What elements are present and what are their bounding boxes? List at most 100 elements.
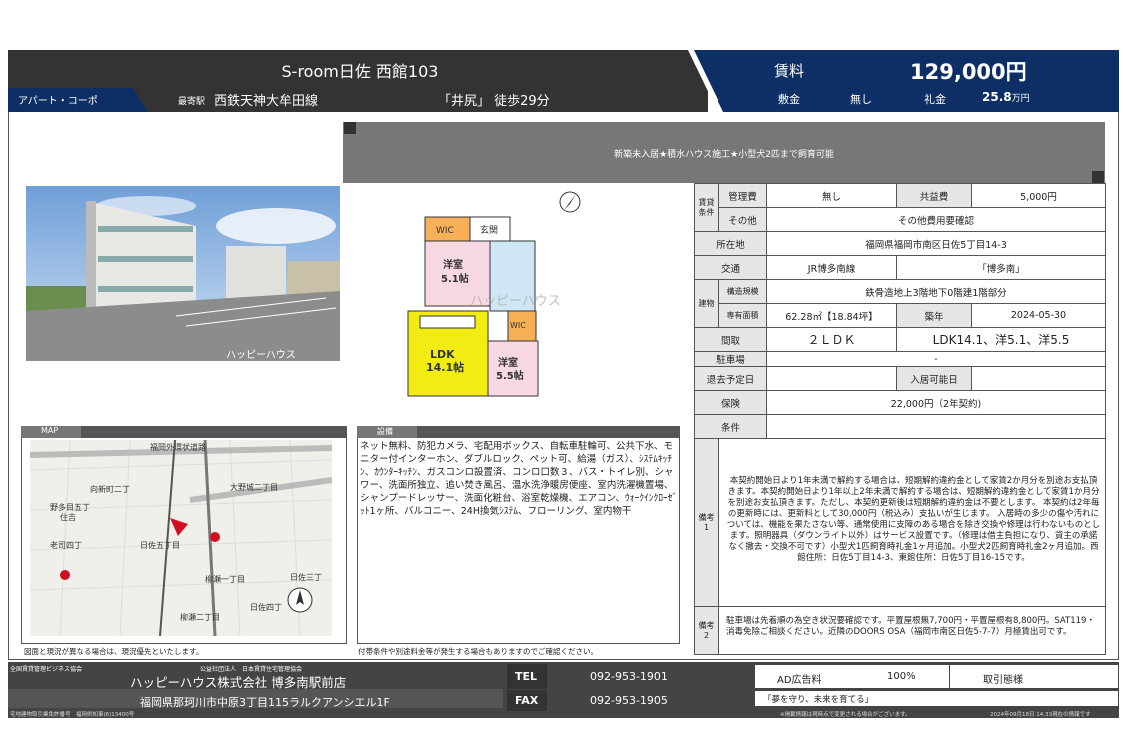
common-value: 5,000円 (971, 183, 1106, 208)
parking-value: - (766, 351, 1106, 367)
tel-number[interactable]: 092-953-1901 (590, 670, 668, 683)
map-place: 柳瀬二丁目 (180, 612, 220, 622)
station-label: 最寄駅 (178, 97, 206, 107)
common-label: 共益費 (896, 183, 972, 208)
rent-label: 賃料 (774, 62, 805, 80)
fax-label: FAX (507, 690, 547, 711)
layout-detail: LDK14.1、洋5.1、洋5.5 (896, 327, 1106, 352)
map-place: 柳瀬一丁目 (205, 574, 245, 584)
structure-label: 構造規模 (718, 279, 767, 304)
key-money-label: 礼金 (924, 93, 946, 106)
association-1: 全国賃貸管理ビジネス協会 (10, 666, 83, 673)
movein-label: 入居可能日 (896, 366, 972, 391)
nearest-station: 「井尻」 徒歩29分 (438, 94, 550, 109)
property-title: S-room日佐 西館103 (281, 62, 439, 81)
plan-watermark: ハッピーハウス (470, 294, 561, 309)
structure-value: 鉄骨造地上3階地下0階建1階部分 (766, 279, 1106, 304)
insurance-label: 保険 (694, 390, 767, 415)
spec-table: 賃貸条件 管理費 無し 共益費 5,000円 その他 その他費用要確認 所在地 … (694, 183, 1106, 655)
rent-value: 129,000円 (910, 60, 1027, 84)
photo-watermark: ハッピーハウス (226, 349, 296, 361)
map-place: 大野城二丁目 (230, 482, 278, 492)
fee-note: 付帯条件や別途料金等が発生する場合もありますのでご確認ください。 (358, 647, 598, 656)
vacate-value (766, 366, 897, 391)
plan-room1-size: 5.1帖 (441, 272, 469, 285)
tel-label: TEL (507, 664, 547, 689)
timestamp: 2024年09月18日 14:33現在の情報です (990, 712, 1091, 718)
ad-fee-row: AD広告料 100% 取引態様 (754, 664, 1119, 689)
mgmt-label: 管理費 (718, 183, 767, 208)
map-place: 福岡外環状道路 (150, 442, 206, 452)
layout-label: 間取 (694, 327, 767, 352)
hospital-icon (210, 532, 220, 542)
map-note: 図面と現況が異なる場合は、現況優先といたします。 (24, 647, 204, 656)
mgmt-value: 無し (766, 183, 897, 208)
map-place: 日佐三丁 (290, 572, 322, 582)
plan-room2-size: 5.5帖 (496, 369, 524, 382)
plan-ldk-size: 14.1帖 (426, 360, 464, 374)
building-label: 建物 (694, 279, 719, 328)
deposit-value: 無し (850, 93, 872, 106)
plan-room1: 洋室 (443, 258, 463, 271)
fax-number: 092-953-1905 (590, 694, 668, 707)
floor-plan: WIC 玄関 洋室 5.1帖 WIC LDK 14.1帖 洋室 5.5帖 ハッピ… (380, 190, 610, 408)
remark2-text: 駐車場は先着順の為空き状況要確認です。平置屋根無7,700円・平置屋根有8,80… (726, 616, 1095, 637)
remark1-label: 備考1 (694, 438, 719, 607)
plan-wic1: WIC (436, 226, 454, 236)
map-place: 老司四丁 (50, 540, 82, 550)
slogan: 「夢を守り、未来を育てる」 (754, 690, 1119, 707)
company-name: ハッピーハウス株式会社 博多南駅前店 (130, 675, 347, 690)
map-place: 野多目五丁 (50, 502, 90, 512)
transport-station: 「博多南」 (896, 255, 1106, 280)
map-place: 日佐五丁目 (140, 540, 180, 550)
key-money-unit: 万円 (1011, 94, 1030, 104)
rent-panel (693, 50, 1119, 112)
map-place: 日佐四丁 (250, 602, 282, 612)
map-place: 向新町二丁 (90, 484, 130, 494)
insurance-value: 22,000円（2年契約) (766, 390, 1106, 415)
nearest-line: 西鉄天神大牟田線 (214, 94, 319, 109)
company-address: 福岡県那珂川市中原3丁目115ラルクアンシエル1F (140, 696, 390, 709)
plan-ldk: LDK (430, 348, 455, 361)
catchphrase-banner: 新築未入居★積水ハウス施工★小型犬2匹まで飼育可能 (343, 122, 1105, 183)
plan-entrance: 玄関 (480, 224, 498, 236)
movein-value (971, 366, 1106, 391)
facilities-list: ネット無料、防犯カメラ、宅配用ボックス、自転車駐輪可、公共下水、モニター付インタ… (360, 441, 678, 517)
remark2-label: 備考2 (694, 606, 719, 655)
other-label: その他 (718, 207, 767, 232)
building-photo: ハッピーハウス (26, 186, 340, 361)
corner-mark (1092, 171, 1104, 183)
conditions-value (766, 414, 1106, 439)
ad-divider (949, 665, 950, 689)
property-type-badge: アパート・コーポ (8, 88, 148, 112)
corner-mark (344, 122, 356, 134)
area-value: 62.28㎡【18.84坪】 (766, 303, 897, 328)
deposit-label: 敷金 (778, 93, 800, 106)
cond-label: 賃貸条件 (694, 183, 719, 232)
hospital-icon (60, 570, 70, 580)
trade-label: 取引態様 (983, 675, 1023, 686)
conditions-label: 条件 (694, 414, 767, 439)
parking-label: 駐車場 (694, 351, 767, 367)
built-value: 2024-05-30 (971, 303, 1106, 328)
transport-label: 交通 (694, 255, 767, 280)
area-map[interactable]: 福岡外環状道路 向新町二丁 野多目五丁 住吉 老司四丁 日佐五丁目 柳瀬一丁目 … (30, 440, 332, 636)
ad-fee-value: 100% (887, 671, 916, 682)
layout-value: ２ＬＤＫ (766, 327, 897, 352)
plan-room2: 洋室 (498, 356, 518, 369)
built-label: 築年 (896, 303, 972, 328)
other-value: その他費用要確認 (766, 207, 1106, 232)
plan-wic2: WIC (510, 321, 526, 330)
disclaimer: ※掲載情報は現時点で変更される場合がございます。 (780, 712, 911, 718)
facilities-label: 設備 (357, 426, 417, 438)
key-money-number: 25.8 (982, 90, 1012, 104)
map-label: MAP (21, 426, 81, 438)
transport-line: JR博多南線 (766, 255, 897, 280)
license-number: 宅地建物取引業免許番号 福岡県知事(6)13400号 (10, 712, 135, 718)
address-label: 所在地 (694, 231, 767, 256)
remark1-text: 本契約開始日より1年未満で解約する場合は、短期解約違約金として家賃2か月分を別途… (726, 476, 1101, 563)
map-place: 住吉 (60, 512, 76, 522)
vacate-label: 退去予定日 (694, 366, 767, 391)
address-value: 福岡県福岡市南区日佐5丁目14-3 (766, 231, 1106, 256)
area-label: 専有面積 (718, 303, 767, 328)
